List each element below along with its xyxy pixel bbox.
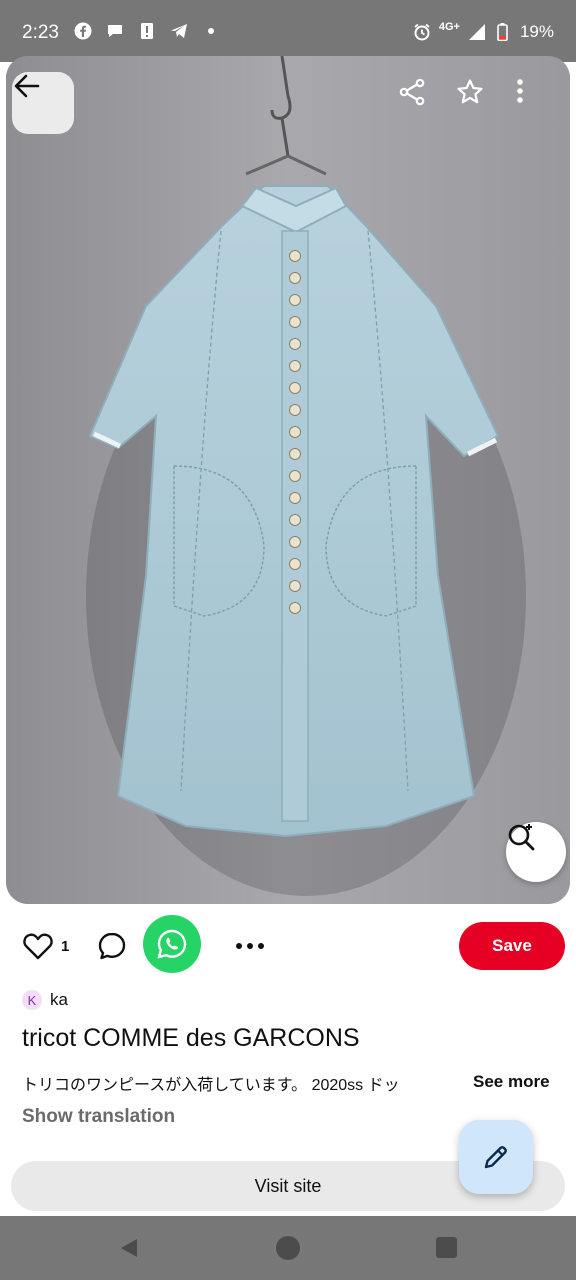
facebook-icon bbox=[74, 22, 92, 40]
show-translation-link[interactable]: Show translation bbox=[22, 1106, 175, 1128]
telegram-icon bbox=[170, 22, 188, 40]
whatsapp-share-button[interactable] bbox=[143, 915, 201, 973]
more-vertical-icon bbox=[517, 79, 523, 103]
status-bar: 2:23 4G+ 19% bbox=[0, 0, 576, 62]
alert-icon bbox=[138, 22, 156, 40]
visual-search-icon bbox=[508, 824, 535, 851]
nav-back-icon[interactable] bbox=[117, 1236, 141, 1260]
comment-button[interactable] bbox=[96, 930, 128, 962]
comment-icon bbox=[98, 932, 126, 960]
like-button[interactable] bbox=[22, 930, 54, 962]
creator-link[interactable]: K ka bbox=[22, 990, 68, 1010]
dress-illustration bbox=[6, 56, 570, 904]
chat-icon bbox=[106, 22, 124, 40]
back-button[interactable] bbox=[12, 72, 74, 134]
battery-percent: 19% bbox=[519, 22, 554, 41]
see-more-link[interactable]: See more bbox=[473, 1072, 550, 1092]
description-fade bbox=[426, 1071, 466, 1095]
pin-description: トリコのワンピースが入荷しています。 2020ss ドッ bbox=[22, 1071, 466, 1095]
star-icon bbox=[457, 79, 483, 104]
dot-icon bbox=[247, 943, 253, 949]
nav-recents-icon[interactable] bbox=[436, 1237, 457, 1258]
battery-icon bbox=[494, 23, 512, 41]
share-icon bbox=[399, 78, 425, 106]
notification-icons bbox=[74, 22, 220, 40]
heart-icon bbox=[23, 933, 53, 960]
pencil-icon bbox=[484, 1146, 507, 1169]
dot-icon bbox=[202, 22, 220, 40]
pin-image[interactable] bbox=[6, 56, 570, 904]
status-right: 4G+ 19% bbox=[413, 21, 554, 42]
dot-icon bbox=[258, 943, 264, 949]
save-button[interactable]: Save bbox=[459, 922, 565, 970]
back-arrow-icon bbox=[14, 74, 40, 98]
nav-home-icon[interactable] bbox=[276, 1236, 300, 1260]
signal-icon bbox=[468, 23, 486, 41]
like-count: 1 bbox=[61, 938, 70, 955]
creator-name: ka bbox=[50, 990, 68, 1009]
more-actions-button[interactable] bbox=[230, 930, 270, 962]
share-button[interactable] bbox=[398, 78, 446, 126]
system-nav-bar bbox=[0, 1216, 576, 1280]
more-options-button[interactable] bbox=[516, 78, 564, 126]
avatar: K bbox=[22, 990, 42, 1010]
network-type: 4G+ bbox=[438, 21, 460, 33]
edit-button[interactable] bbox=[459, 1120, 533, 1194]
pin-title: tricot COMME des GARCONS bbox=[22, 1024, 360, 1052]
pin-description-text: トリコのワンピースが入荷しています。 2020ss ドッ bbox=[22, 1077, 400, 1094]
alarm-icon bbox=[413, 23, 431, 41]
dot-icon bbox=[236, 943, 242, 949]
whatsapp-icon bbox=[157, 929, 187, 959]
visual-search-button[interactable] bbox=[506, 822, 566, 882]
status-time: 2:23 bbox=[22, 22, 59, 43]
favorite-button[interactable] bbox=[456, 78, 504, 126]
